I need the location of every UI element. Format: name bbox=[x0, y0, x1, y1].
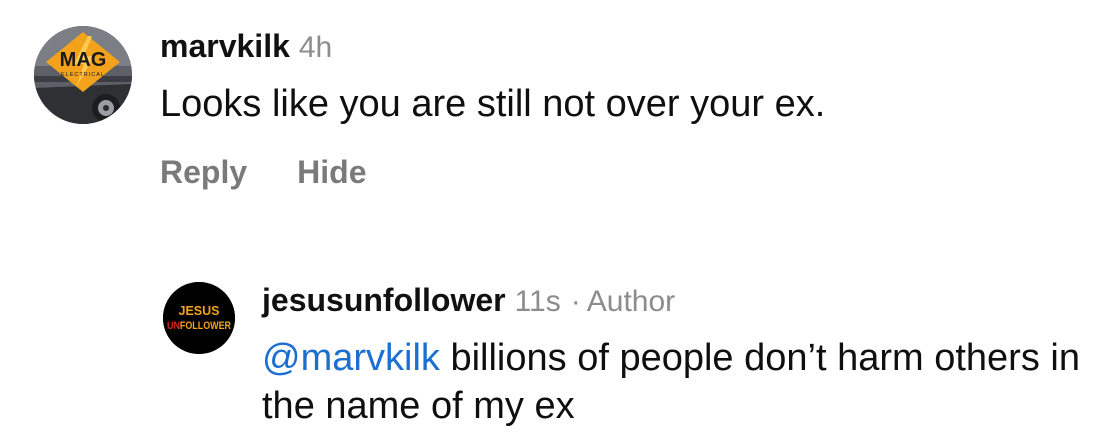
comment-header: marvkilk 4h bbox=[160, 24, 332, 68]
author-avatar[interactable]: JESUS UNFOLLOWER bbox=[163, 282, 235, 354]
comment-marvkilk: MAG ELECTRICAL marvkilk 4h Looks like you… bbox=[0, 0, 1106, 230]
commenter-avatar[interactable]: MAG ELECTRICAL bbox=[34, 26, 132, 124]
svg-text:UNFOLLOWER: UNFOLLOWER bbox=[167, 320, 231, 332]
mag-electrical-logo-icon: MAG ELECTRICAL bbox=[34, 26, 132, 124]
author-badge: Author bbox=[586, 285, 676, 318]
comment-text: Looks like you are still not over your e… bbox=[160, 83, 826, 125]
svg-text:MAG: MAG bbox=[60, 49, 107, 71]
svg-text:ELECTRICAL: ELECTRICAL bbox=[61, 72, 105, 78]
comment-username[interactable]: marvkilk bbox=[160, 28, 290, 64]
reply-text: @marvkilk billions of people don’t harm … bbox=[262, 334, 1082, 430]
svg-text:JESUS: JESUS bbox=[179, 304, 220, 318]
reply-timestamp: 11s bbox=[514, 285, 561, 318]
reply-button[interactable]: Reply bbox=[160, 154, 247, 190]
meta-separator: · bbox=[570, 285, 581, 318]
comment-actions: Reply Hide bbox=[160, 150, 366, 194]
reply-username[interactable]: jesusunfollower bbox=[262, 282, 506, 318]
comment-timestamp: 4h bbox=[298, 31, 333, 64]
mention-link[interactable]: @marvkilk bbox=[262, 337, 440, 379]
jesus-unfollower-logo-icon: JESUS UNFOLLOWER bbox=[163, 282, 235, 354]
hide-button[interactable]: Hide bbox=[297, 154, 366, 190]
reply-header: jesusunfollower 11s · Author bbox=[262, 278, 675, 322]
